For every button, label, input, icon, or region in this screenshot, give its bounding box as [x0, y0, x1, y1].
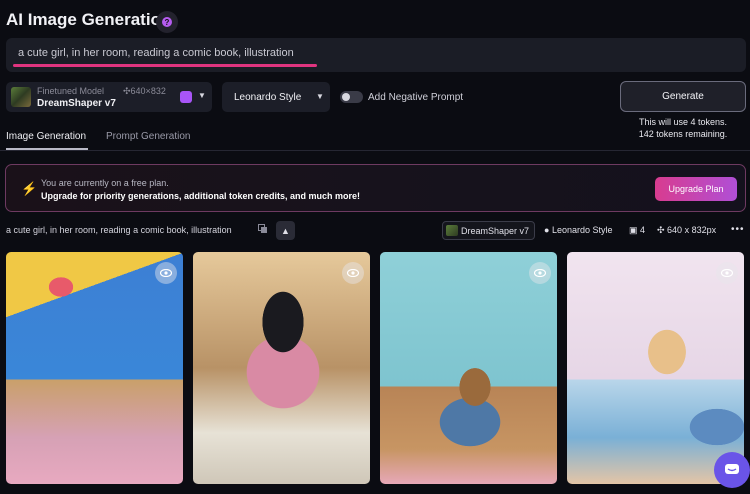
- plan-status-text: You are currently on a free plan.: [41, 178, 169, 188]
- generation-model-badge: DreamShaper v7: [442, 221, 535, 240]
- generation-count-value: 4: [640, 225, 646, 235]
- eye-icon[interactable]: [342, 262, 364, 284]
- generation-dims: ✣ 640 x 832px: [657, 225, 717, 235]
- generation-count: ▣ 4: [629, 225, 646, 235]
- prompt-underline: [13, 64, 317, 67]
- style-value: Leonardo Style: [234, 92, 302, 103]
- eye-icon[interactable]: [529, 262, 551, 284]
- arrow-up-icon: ▲: [281, 225, 290, 236]
- generated-image-1[interactable]: [6, 252, 183, 484]
- generated-image-3[interactable]: [380, 252, 557, 484]
- more-options-icon[interactable]: •••: [731, 224, 745, 235]
- generated-image-4[interactable]: [567, 252, 744, 484]
- token-cost-text: This will use 4 tokens.: [638, 117, 728, 127]
- negative-prompt-label: Add Negative Prompt: [368, 92, 464, 103]
- style-select[interactable]: Leonardo Style ▼: [222, 82, 330, 112]
- tab-prompt-generation[interactable]: Prompt Generation: [106, 131, 191, 142]
- chevron-down-icon: ▼: [316, 92, 324, 101]
- tab-image-generation[interactable]: Image Generation: [6, 131, 86, 142]
- generation-dims-value: 640 x 832px: [667, 225, 717, 235]
- eye-icon[interactable]: [716, 262, 738, 284]
- tokens-remaining-text: 142 tokens remaining.: [638, 129, 728, 139]
- chat-support-button[interactable]: [714, 452, 750, 488]
- generation-style-label: Leonardo Style: [551, 225, 613, 235]
- upgrade-plan-button[interactable]: Upgrade Plan: [655, 177, 737, 201]
- model-name: DreamShaper v7: [37, 98, 116, 109]
- model-thumbnail: [446, 225, 458, 236]
- chat-icon: [725, 464, 739, 474]
- model-type-label: Finetuned Model: [37, 86, 105, 96]
- model-select[interactable]: Finetuned Model ✣640×832 DreamShaper v7 …: [6, 82, 212, 112]
- generate-button[interactable]: Generate: [620, 81, 746, 112]
- page-title: AI Image Generation: [6, 10, 172, 29]
- generation-model-name: DreamShaper v7: [461, 226, 530, 236]
- eye-icon[interactable]: [155, 262, 177, 284]
- upgrade-banner: ⚡ You are currently on a free plan. Upgr…: [5, 164, 746, 212]
- reuse-prompt-button[interactable]: ▲: [276, 221, 295, 240]
- generation-prompt: a cute girl, in her room, reading a comi…: [6, 225, 232, 235]
- chevron-down-icon: ▼: [198, 91, 206, 100]
- bolt-icon: ⚡: [21, 181, 38, 196]
- help-icon: ?: [162, 17, 172, 27]
- model-dims: ✣640×832: [123, 86, 166, 96]
- generation-style: ● Leonardo Style: [544, 225, 613, 235]
- help-button[interactable]: ?: [156, 11, 178, 33]
- copy-icon[interactable]: [258, 224, 268, 234]
- negative-prompt-toggle[interactable]: [340, 91, 363, 103]
- model-thumbnail: [11, 87, 31, 107]
- generated-image-2[interactable]: [193, 252, 370, 484]
- model-info-icon[interactable]: [180, 91, 192, 103]
- upgrade-pitch-text: Upgrade for priority generations, additi…: [41, 191, 361, 201]
- tab-divider: [0, 150, 750, 151]
- toggle-knob: [342, 93, 350, 101]
